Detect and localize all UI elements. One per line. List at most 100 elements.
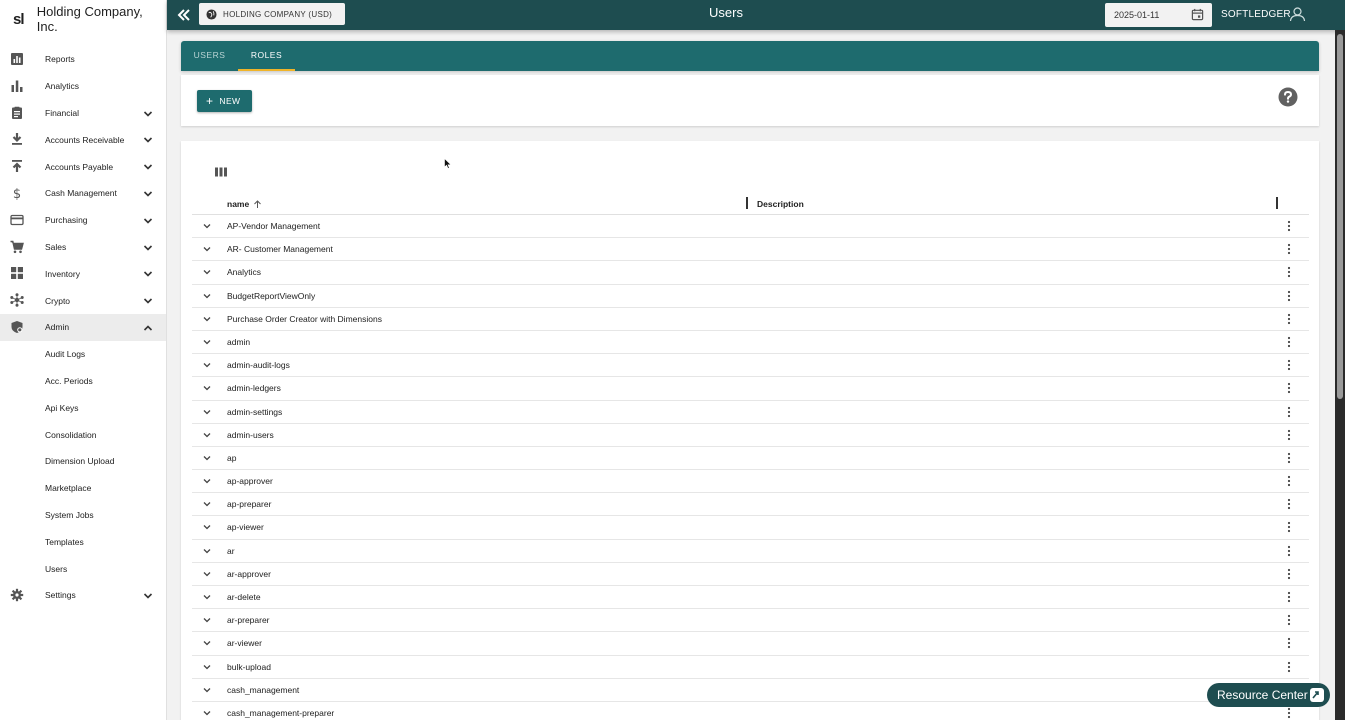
sidebar-item-settings[interactable]: Settings [0, 582, 166, 609]
table-row[interactable]: AP-Vendor Management [192, 215, 1309, 239]
table-row[interactable]: ap-approver [192, 470, 1309, 494]
column-header-description[interactable]: Description [757, 199, 804, 209]
more-vertical-icon[interactable] [1286, 359, 1292, 371]
table-row[interactable]: ar-viewer [192, 632, 1309, 656]
more-vertical-icon[interactable] [1286, 568, 1292, 580]
more-vertical-icon[interactable] [1286, 498, 1292, 510]
table-row[interactable]: AR- Customer Management [192, 238, 1309, 262]
expand-row-icon[interactable] [202, 708, 212, 718]
columns-icon[interactable] [215, 167, 227, 177]
more-vertical-icon[interactable] [1286, 243, 1292, 255]
table-row[interactable]: admin-settings [192, 401, 1309, 424]
expand-row-icon[interactable] [202, 522, 212, 532]
help-icon[interactable] [1278, 87, 1298, 107]
table-row[interactable]: Analytics [192, 261, 1309, 285]
chevron-down-icon[interactable] [142, 242, 154, 254]
expand-row-icon[interactable] [202, 221, 212, 231]
table-row[interactable]: admin-ledgers [192, 377, 1309, 401]
more-vertical-icon[interactable] [1286, 429, 1292, 441]
expand-row-icon[interactable] [202, 546, 212, 556]
expand-row-icon[interactable] [202, 407, 212, 417]
sidebar-subitem-dimension-upload[interactable]: Dimension Upload [0, 448, 166, 475]
expand-row-icon[interactable] [202, 592, 212, 602]
chevron-down-icon[interactable] [142, 215, 154, 227]
sidebar-item-reports[interactable]: Reports [0, 46, 166, 73]
table-row[interactable]: admin-users [192, 424, 1309, 447]
sidebar-item-inventory[interactable]: Inventory [0, 260, 166, 287]
chevron-down-icon[interactable] [142, 161, 154, 173]
sidebar-subitem-marketplace[interactable]: Marketplace [0, 475, 166, 502]
chevron-up-icon[interactable] [142, 322, 154, 334]
sidebar-item-sales[interactable]: Sales [0, 234, 166, 261]
sidebar-subitem-users[interactable]: Users [0, 555, 166, 582]
sidebar-item-analytics[interactable]: Analytics [0, 73, 166, 100]
tab-roles[interactable]: ROLES [238, 41, 295, 71]
more-vertical-icon[interactable] [1286, 336, 1292, 348]
chevron-down-icon[interactable] [142, 188, 154, 200]
sidebar-subitem-templates[interactable]: Templates [0, 528, 166, 555]
table-row[interactable]: admin-audit-logs [192, 354, 1309, 378]
column-resize-handle[interactable] [746, 197, 748, 209]
user-name[interactable]: SOFTLEDGER [1221, 9, 1291, 20]
more-vertical-icon[interactable] [1286, 382, 1292, 394]
more-vertical-icon[interactable] [1286, 661, 1292, 673]
more-vertical-icon[interactable] [1286, 591, 1292, 603]
sidebar-item-purchasing[interactable]: Purchasing [0, 207, 166, 234]
table-row[interactable]: admin [192, 331, 1309, 355]
table-row[interactable]: cash_management [192, 679, 1309, 702]
expand-row-icon[interactable] [202, 267, 212, 277]
chevron-down-icon[interactable] [142, 134, 154, 146]
table-row[interactable]: Purchase Order Creator with Dimensions [192, 308, 1309, 331]
expand-row-icon[interactable] [202, 638, 212, 648]
expand-row-icon[interactable] [202, 244, 212, 254]
more-vertical-icon[interactable] [1286, 521, 1292, 533]
column-header-name[interactable]: name [227, 199, 262, 209]
more-vertical-icon[interactable] [1286, 707, 1292, 719]
sidebar-item-crypto[interactable]: Crypto [0, 287, 166, 314]
expand-row-icon[interactable] [202, 499, 212, 509]
table-row[interactable]: ap-viewer [192, 516, 1309, 540]
expand-row-icon[interactable] [202, 569, 212, 579]
expand-row-icon[interactable] [202, 291, 212, 301]
more-vertical-icon[interactable] [1286, 266, 1292, 278]
more-vertical-icon[interactable] [1286, 614, 1292, 626]
table-row[interactable]: ap [192, 447, 1309, 471]
more-vertical-icon[interactable] [1286, 406, 1292, 418]
more-vertical-icon[interactable] [1286, 545, 1292, 557]
chevron-down-icon[interactable] [142, 268, 154, 280]
expand-row-icon[interactable] [202, 615, 212, 625]
chevron-down-icon[interactable] [142, 590, 154, 602]
sidebar-subitem-api-keys[interactable]: Api Keys [0, 394, 166, 421]
table-row[interactable]: ar-delete [192, 586, 1309, 610]
table-row[interactable]: ap-preparer [192, 493, 1309, 517]
new-role-button[interactable]: + NEW [197, 90, 252, 112]
scrollbar-thumb[interactable] [1337, 34, 1343, 399]
sort-ascending-icon[interactable] [253, 199, 262, 209]
expand-row-icon[interactable] [202, 337, 212, 347]
tab-users[interactable]: USERS [181, 41, 238, 71]
page-scrollbar[interactable] [1335, 30, 1345, 720]
table-row[interactable]: ar [192, 540, 1309, 563]
expand-row-icon[interactable] [202, 476, 212, 486]
chevron-down-icon[interactable] [142, 295, 154, 307]
sidebar-item-cash-management[interactable]: $ Cash Management [0, 180, 166, 207]
expand-row-icon[interactable] [202, 383, 212, 393]
sidebar-item-accounts-receivable[interactable]: Accounts Receivable [0, 126, 166, 153]
more-vertical-icon[interactable] [1286, 313, 1292, 325]
more-vertical-icon[interactable] [1286, 637, 1292, 649]
more-vertical-icon[interactable] [1286, 475, 1292, 487]
sidebar-item-financial[interactable]: Financial [0, 100, 166, 127]
expand-row-icon[interactable] [202, 685, 212, 695]
date-input[interactable]: 2025-01-11 [1105, 3, 1212, 27]
user-account-icon[interactable] [1289, 6, 1306, 22]
chevron-down-icon[interactable] [142, 108, 154, 120]
resource-center-button[interactable]: Resource Center [1207, 683, 1330, 707]
sidebar-subitem-system-jobs[interactable]: System Jobs [0, 502, 166, 529]
sidebar-subitem-acc-periods[interactable]: Acc. Periods [0, 368, 166, 395]
sidebar-subitem-consolidation[interactable]: Consolidation [0, 421, 166, 448]
expand-row-icon[interactable] [202, 360, 212, 370]
table-row[interactable]: BudgetReportViewOnly [192, 285, 1309, 308]
expand-row-icon[interactable] [202, 662, 212, 672]
expand-row-icon[interactable] [202, 314, 212, 324]
table-row[interactable]: ar-preparer [192, 609, 1309, 633]
